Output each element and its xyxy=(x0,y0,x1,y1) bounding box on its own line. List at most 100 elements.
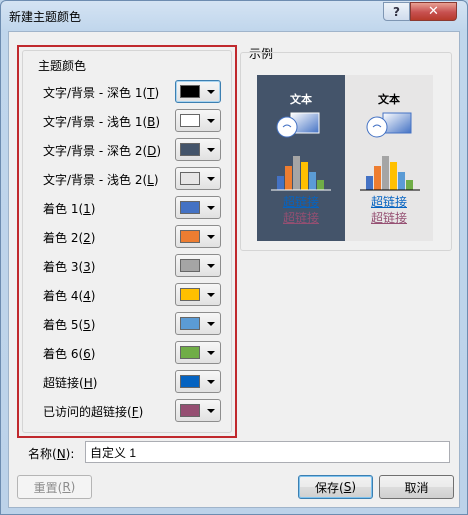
theme-color-label: 着色 2(2) xyxy=(43,229,95,246)
name-input[interactable] xyxy=(85,441,450,463)
sample-bars-dark xyxy=(271,156,331,191)
dropdown-arrow-icon xyxy=(207,206,215,210)
color-picker-dropdown[interactable] xyxy=(175,80,221,103)
theme-color-label-text: 着色 4( xyxy=(43,289,84,303)
save-key: S xyxy=(343,480,352,494)
dropdown-arrow-icon xyxy=(207,409,215,413)
theme-colors-group: 主题颜色 文字/背景 - 深色 1(T) 文字/背景 - 浅色 1(B) 文字/背景… xyxy=(22,50,232,433)
theme-color-label: 着色 3(3) xyxy=(43,258,95,275)
name-label-key: N xyxy=(56,447,66,461)
theme-color-label: 文字/背景 - 浅色 2(L) xyxy=(43,171,159,188)
theme-color-label-text: 已访问的超链接( xyxy=(43,405,132,419)
color-picker-dropdown[interactable] xyxy=(175,138,221,161)
dialog-body: 主题颜色 文字/背景 - 深色 1(T) 文字/背景 - 浅色 1(B) 文字/背景… xyxy=(8,31,460,508)
color-swatch xyxy=(180,201,200,214)
save-suffix: ) xyxy=(351,480,356,494)
sample-hyperlink-dark: 超链接 xyxy=(282,195,319,209)
theme-color-label-suffix: ) xyxy=(154,86,160,100)
reset-button[interactable]: 重置(R) xyxy=(17,475,92,499)
reset-label: 重置( xyxy=(33,480,63,495)
title-bar[interactable]: 新建主题颜色 ? ✕ xyxy=(1,1,467,31)
sample-bar xyxy=(398,172,405,190)
help-button[interactable]: ? xyxy=(383,2,410,21)
theme-color-row: 文字/背景 - 浅色 1(B) xyxy=(23,109,233,133)
name-label-suffix: ): xyxy=(65,447,75,461)
sample-shape-circle-light xyxy=(366,116,388,138)
theme-color-label-text: 超链接( xyxy=(43,376,84,390)
theme-color-label-suffix: ) xyxy=(156,144,162,158)
theme-color-label-suffix: ) xyxy=(155,115,161,129)
dropdown-arrow-icon xyxy=(207,235,215,239)
theme-color-label-suffix: ) xyxy=(92,376,98,390)
sample-group: 文本 超链接 超链接 文本 超链接 超链接 xyxy=(240,52,452,251)
dialog-window: 新建主题颜色 ? ✕ 主题颜色 文字/背景 - 深色 1(T) 文字/背景 - 浅… xyxy=(0,0,468,515)
color-picker-dropdown[interactable] xyxy=(175,399,221,422)
theme-color-label-suffix: ) xyxy=(90,231,96,245)
theme-color-row: 文字/背景 - 浅色 2(L) xyxy=(23,167,233,191)
sample-hyperlink-light: 超链接 xyxy=(370,195,407,209)
theme-color-row: 已访问的超链接(F) xyxy=(23,399,233,423)
dropdown-arrow-icon xyxy=(207,90,215,94)
theme-color-row: 着色 1(1) xyxy=(23,196,233,220)
color-swatch xyxy=(180,143,200,156)
dropdown-arrow-icon xyxy=(207,351,215,355)
sample-shape-rect-light xyxy=(382,112,412,134)
theme-color-label-text: 文字/背景 - 浅色 2( xyxy=(43,173,148,187)
dropdown-arrow-icon xyxy=(207,148,215,152)
theme-color-label-key: 6 xyxy=(83,347,91,361)
save-button[interactable]: 保存(S) xyxy=(298,475,373,499)
theme-color-label: 文字/背景 - 浅色 1(B) xyxy=(43,113,160,130)
color-picker-dropdown[interactable] xyxy=(175,341,221,364)
theme-color-label-text: 文字/背景 - 浅色 1( xyxy=(43,115,148,129)
color-picker-dropdown[interactable] xyxy=(175,283,221,306)
close-button[interactable]: ✕ xyxy=(410,2,457,21)
color-swatch xyxy=(180,172,200,185)
theme-color-label: 已访问的超链接(F) xyxy=(43,403,143,420)
sample-bar xyxy=(293,156,300,190)
color-picker-dropdown[interactable] xyxy=(175,167,221,190)
sample-visited-light: 超链接 xyxy=(370,211,407,225)
theme-color-label: 着色 1(1) xyxy=(43,200,95,217)
sample-bar xyxy=(390,162,397,190)
theme-color-label-key: 2 xyxy=(83,231,91,245)
color-swatch xyxy=(180,375,200,388)
theme-color-label-key: L xyxy=(147,173,154,187)
color-picker-dropdown[interactable] xyxy=(175,254,221,277)
color-swatch xyxy=(180,346,200,359)
sample-bars-light xyxy=(360,156,420,191)
color-picker-dropdown[interactable] xyxy=(175,370,221,393)
theme-color-label-key: 4 xyxy=(83,289,91,303)
sample-shape-circle xyxy=(276,116,298,138)
dropdown-arrow-icon xyxy=(207,380,215,384)
theme-color-label: 着色 4(4) xyxy=(43,287,95,304)
color-picker-dropdown[interactable] xyxy=(175,109,221,132)
color-swatch xyxy=(180,230,200,243)
color-picker-dropdown[interactable] xyxy=(175,312,221,335)
sample-bar xyxy=(382,156,389,190)
color-swatch xyxy=(180,259,200,272)
sample-dark-half: 文本 超链接 超链接 xyxy=(257,75,345,241)
color-swatch xyxy=(180,404,200,417)
theme-color-label: 文字/背景 - 深色 1(T) xyxy=(43,84,159,101)
theme-colors-panel: 主题颜色 文字/背景 - 深色 1(T) 文字/背景 - 浅色 1(B) 文字/背景… xyxy=(17,45,237,438)
dropdown-arrow-icon xyxy=(207,322,215,326)
color-picker-dropdown[interactable] xyxy=(175,225,221,248)
sample-bar xyxy=(301,162,308,190)
theme-color-label: 着色 5(5) xyxy=(43,316,95,333)
theme-color-label-suffix: ) xyxy=(90,260,96,274)
theme-color-label-key: D xyxy=(147,144,157,158)
dropdown-arrow-icon xyxy=(207,293,215,297)
color-picker-dropdown[interactable] xyxy=(175,196,221,219)
theme-color-label-suffix: ) xyxy=(153,173,159,187)
name-label: 名称(N): xyxy=(28,445,74,462)
sample-bar xyxy=(309,172,316,190)
theme-color-label-text: 着色 2( xyxy=(43,231,84,245)
dialog-title: 新建主题颜色 xyxy=(9,10,82,24)
sample-bar xyxy=(366,176,373,190)
theme-color-row: 着色 6(6) xyxy=(23,341,233,365)
theme-color-row: 着色 4(4) xyxy=(23,283,233,307)
save-label: 保存( xyxy=(315,480,344,495)
reset-suffix: ) xyxy=(70,480,76,494)
cancel-button[interactable]: 取消 xyxy=(379,475,454,499)
theme-color-label-text: 着色 3( xyxy=(43,260,84,274)
